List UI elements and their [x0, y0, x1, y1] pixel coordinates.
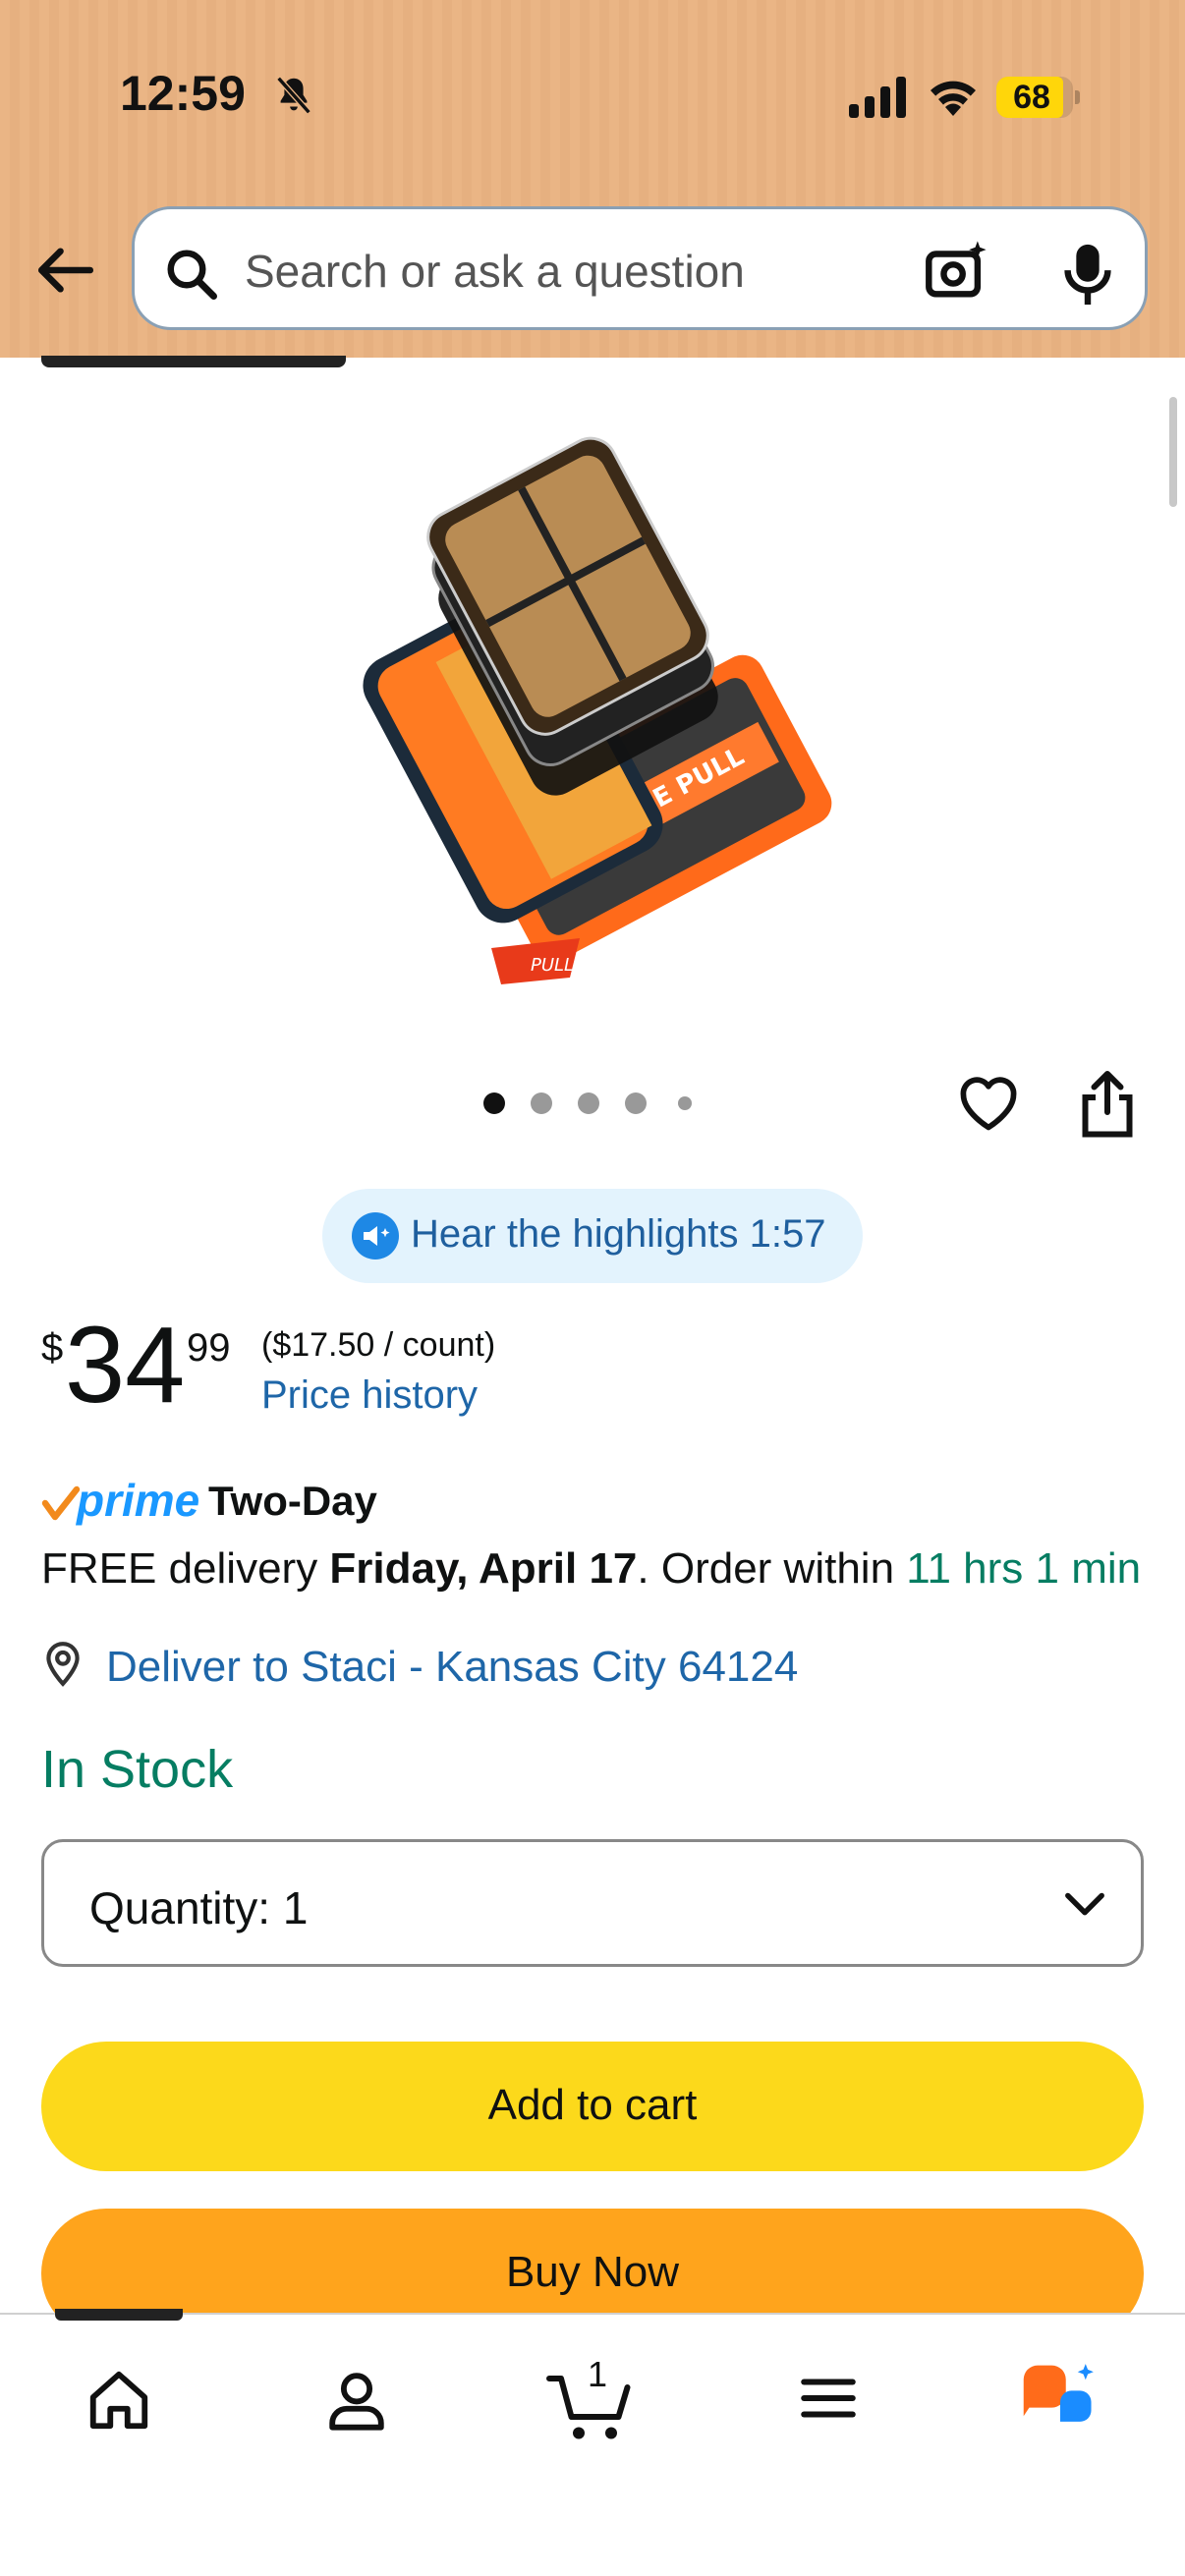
quantity-select[interactable]: Quantity: 1: [41, 1839, 1144, 1967]
carousel-dot[interactable]: [531, 1092, 552, 1114]
price-currency: $: [41, 1326, 64, 1370]
carousel-dot[interactable]: [625, 1092, 647, 1114]
carousel-dot[interactable]: [678, 1096, 692, 1110]
deliver-to-link[interactable]: Deliver to Staci - Kansas City 64124: [106, 1643, 798, 1692]
camera-search-icon[interactable]: [921, 237, 991, 306]
carousel-dot-active[interactable]: [483, 1092, 505, 1114]
wifi-icon: [931, 81, 976, 116]
battery-level: 68: [1013, 79, 1050, 116]
scrollbar[interactable]: [1169, 397, 1177, 507]
home-icon[interactable]: [85, 2366, 153, 2435]
delivery-info: FREE delivery Friday, April 17. Order wi…: [41, 1544, 1141, 1594]
back-arrow-icon[interactable]: [33, 238, 98, 303]
price-fraction: 99: [187, 1326, 231, 1370]
audio-sparkle-icon: [352, 1212, 399, 1260]
delivery-prefix: FREE delivery: [41, 1544, 330, 1593]
add-to-cart-label: Add to cart: [487, 2081, 698, 2129]
bottom-navigation: 1: [0, 2309, 1185, 2576]
carousel-dot[interactable]: [578, 1092, 599, 1114]
price-whole: 34: [65, 1305, 186, 1426]
microphone-icon[interactable]: [1058, 239, 1117, 308]
delivery-mid: . Order within: [637, 1544, 907, 1593]
product-image[interactable]: JUST ONE PULL PULL: [324, 403, 855, 992]
unit-price: ($17.50 / count): [261, 1326, 496, 1364]
search-icon: [167, 250, 217, 300]
account-icon[interactable]: [322, 2366, 391, 2435]
cellular-signal-icon: [849, 77, 906, 118]
prime-check-icon: [41, 1485, 81, 1521]
prime-speed: Two-Day: [208, 1478, 377, 1524]
share-icon[interactable]: [1075, 1067, 1140, 1140]
prime-logo: prime: [77, 1475, 200, 1526]
location-pin-icon: [46, 1642, 80, 1687]
hear-highlights-label: Hear the highlights 1:57: [411, 1212, 826, 1256]
rufus-assistant-icon[interactable]: [1018, 2362, 1102, 2436]
status-time: 12:59: [120, 66, 246, 121]
quantity-label: Quantity: 1: [89, 1882, 309, 1933]
menu-icon[interactable]: [796, 2366, 861, 2431]
wishlist-heart-icon[interactable]: [953, 1067, 1024, 1138]
app-header: 12:59 68 Search or ask a question: [0, 0, 1185, 358]
search-placeholder: Search or ask a question: [245, 246, 745, 297]
delivery-countdown: 11 hrs 1 min: [906, 1544, 1142, 1593]
chevron-down-icon: [1065, 1892, 1104, 1916]
hear-highlights-button[interactable]: Hear the highlights 1:57: [322, 1189, 863, 1283]
buy-now-label: Buy Now: [505, 2248, 680, 2296]
cart-icon[interactable]: [546, 2366, 635, 2444]
battery-indicator: 68: [996, 77, 1080, 118]
active-tab-indicator: [55, 2309, 183, 2321]
add-to-cart-button[interactable]: Add to cart: [41, 2042, 1144, 2171]
price-history-link[interactable]: Price history: [261, 1373, 478, 1418]
delivery-date: Friday, April 17: [329, 1544, 638, 1593]
search-input[interactable]: Search or ask a question: [132, 206, 1148, 330]
tab-indicator: [41, 356, 346, 367]
svg-text:PULL: PULL: [531, 955, 574, 976]
stock-status: In Stock: [41, 1740, 234, 1799]
silent-bell-icon: [276, 76, 311, 115]
